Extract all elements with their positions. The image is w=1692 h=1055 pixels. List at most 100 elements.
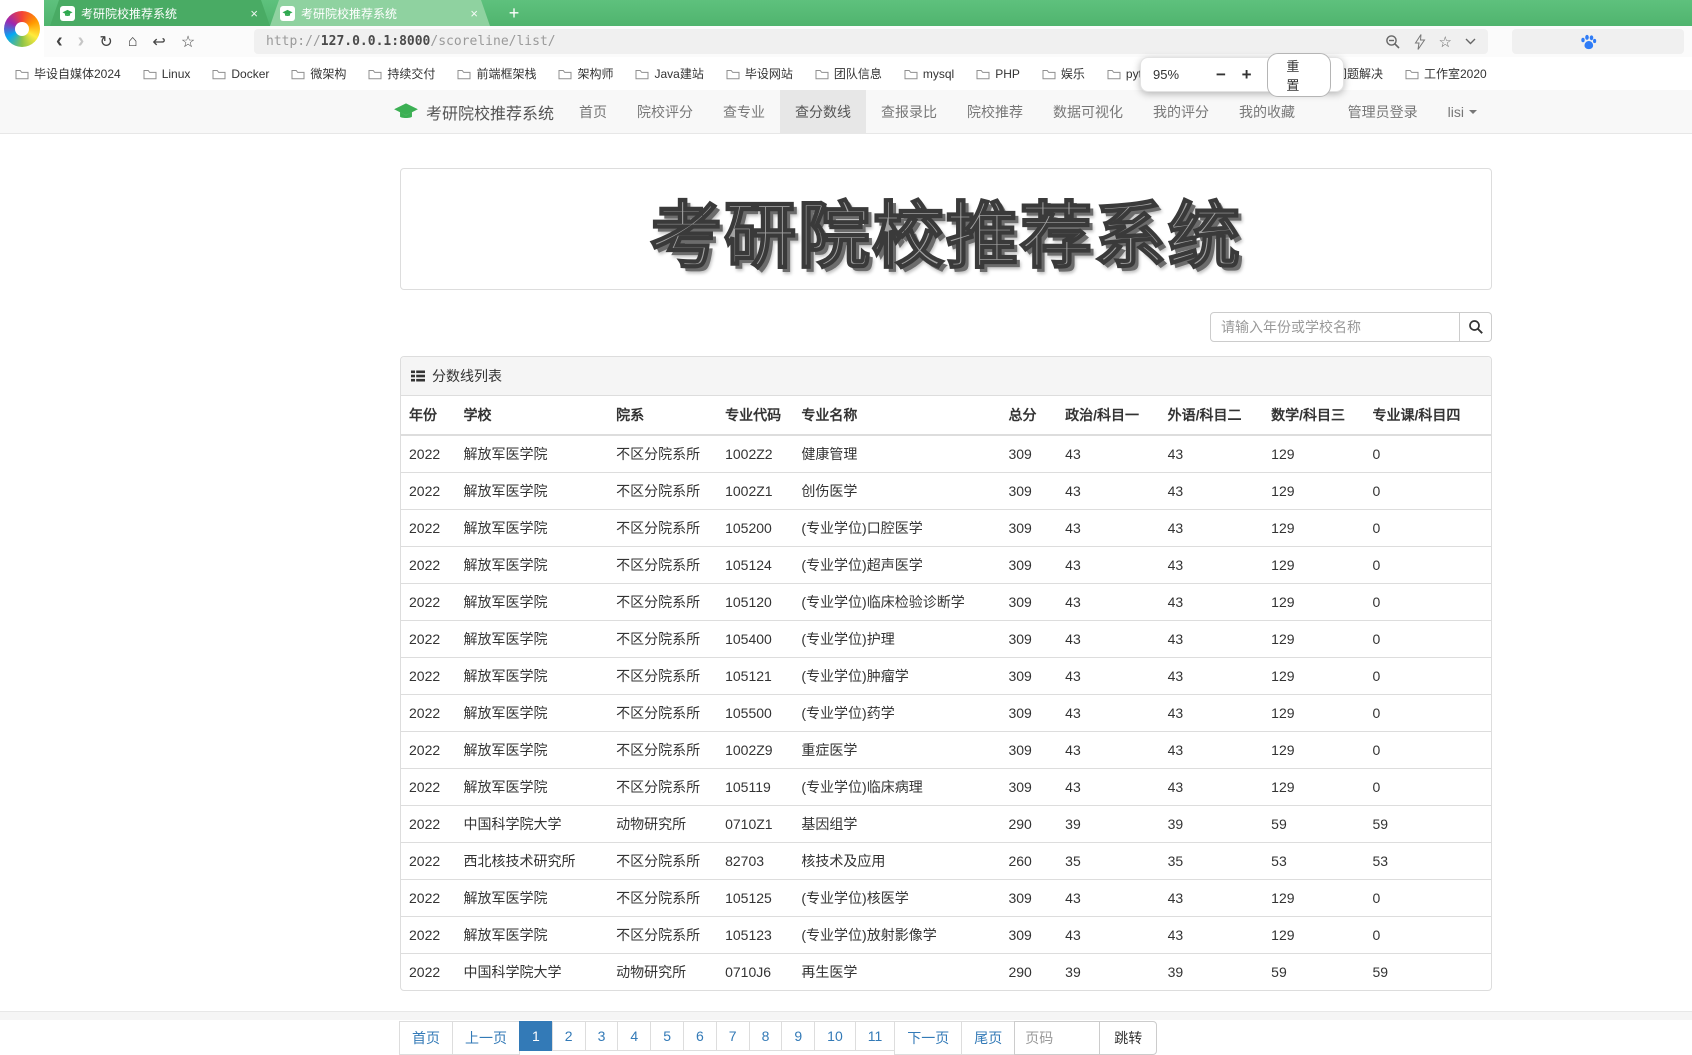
cell-dept: 不区分院系所 (608, 583, 718, 621)
bookmark-label: 工作室2020 (1423, 67, 1487, 81)
page-link[interactable]: 10 (814, 1021, 856, 1051)
page-link[interactable]: 上一页 (452, 1021, 520, 1055)
page-link[interactable]: 11 (854, 1021, 896, 1051)
address-bar[interactable]: http://127.0.0.1:8000/scoreline/list/ ☆ (254, 29, 1488, 54)
bookmark-item[interactable]: 毕设网站 (715, 65, 804, 82)
cell-subject2: 43 (1159, 768, 1264, 806)
panel-header: 分数线列表 (401, 357, 1491, 396)
bookmark-item[interactable]: 架构师 (547, 65, 624, 82)
bookmark-item[interactable]: PHP (965, 67, 1031, 81)
chevron-down-icon[interactable] (1465, 38, 1476, 45)
browser-tab[interactable]: 考研院校推荐系统 × (270, 0, 490, 26)
cell-dept: 不区分院系所 (608, 768, 718, 806)
page-link[interactable]: 4 (617, 1021, 652, 1051)
cell-year: 2022 (401, 916, 456, 954)
bookmark-item[interactable]: mysql (893, 67, 965, 81)
page-link[interactable]: 1 (519, 1021, 553, 1051)
cell-subject3: 59 (1263, 953, 1365, 990)
bookmark-star-icon[interactable]: ☆ (181, 32, 195, 52)
page-link[interactable]: 尾页 (961, 1021, 1016, 1055)
bookmark-item[interactable]: 前端框架栈 (446, 65, 547, 82)
footer-strip (0, 1011, 1692, 1020)
pagination-item: 尾页 (961, 1021, 1016, 1055)
page-link[interactable]: 下一页 (894, 1021, 963, 1055)
bookmark-item[interactable]: 毕设自媒体2024 (4, 65, 132, 82)
reload-icon[interactable]: ↻ (99, 32, 112, 52)
folder-icon (726, 68, 740, 80)
cell-subject1: 43 (1057, 879, 1160, 917)
cell-subject4: 0 (1364, 879, 1491, 917)
nav-menu-item[interactable]: 查报录比 (866, 90, 952, 134)
favorite-star-icon[interactable]: ☆ (1439, 33, 1452, 51)
zoom-out-icon[interactable] (1385, 34, 1401, 50)
nav-menu-item[interactable]: 数据可视化 (1038, 90, 1138, 134)
url-scheme: http:// (266, 34, 321, 49)
cell-subject3: 129 (1263, 472, 1365, 510)
new-tab-button[interactable]: + (498, 0, 530, 26)
forward-icon[interactable]: › (78, 30, 85, 53)
bookmark-item[interactable]: Java建站 (624, 65, 714, 82)
page-link[interactable]: 3 (584, 1021, 619, 1051)
browser-tab[interactable]: 考研院校推荐系统 × (50, 0, 270, 26)
cell-subject2: 43 (1159, 657, 1264, 695)
tab-close-icon[interactable]: × (248, 6, 260, 21)
bookmark-label: Java建站 (654, 67, 704, 81)
lightning-icon[interactable] (1414, 33, 1426, 50)
nav-menu-item[interactable]: 首页 (564, 90, 622, 134)
page-link[interactable]: 5 (650, 1021, 684, 1051)
tab-close-icon[interactable]: × (468, 6, 480, 21)
cell-year: 2022 (401, 546, 456, 584)
page-link[interactable]: 首页 (399, 1021, 453, 1055)
scoreline-table: 年份 学校 院系 专业代码 专业名称 总分 政治/科目一 外语/科目二 数学/科目三 专业课/科目… (401, 396, 1491, 990)
zoom-out-button[interactable]: − (1208, 65, 1234, 85)
back-icon[interactable]: ‹ (56, 30, 63, 53)
nav-menu-item[interactable]: 院校评分 (622, 90, 708, 134)
cell-year: 2022 (401, 731, 456, 769)
page-number-input[interactable] (1014, 1021, 1101, 1055)
cell-code: 105125 (717, 879, 794, 917)
cell-total: 309 (1000, 657, 1058, 695)
page-link[interactable]: 7 (715, 1021, 750, 1051)
undo-icon[interactable]: ↩ (152, 32, 165, 52)
cell-code: 1002Z2 (717, 434, 794, 473)
bookmark-item[interactable]: 微架构 (280, 65, 357, 82)
site-brand[interactable]: 考研院校推荐系统 (393, 90, 554, 134)
cell-subject3: 53 (1263, 842, 1365, 880)
zoom-level-label: 95% (1153, 67, 1180, 82)
jump-button[interactable]: 跳转 (1099, 1021, 1158, 1055)
search-input[interactable] (1210, 312, 1460, 342)
cell-subject1: 39 (1057, 805, 1160, 843)
bookmark-item[interactable]: 团队信息 (804, 65, 893, 82)
bookmark-item[interactable]: Docker (201, 67, 280, 81)
search-button[interactable] (1460, 312, 1492, 342)
bookmark-item[interactable]: 娱乐 (1031, 65, 1096, 82)
bookmark-item[interactable]: 持续交付 (357, 65, 446, 82)
page-link[interactable]: 8 (748, 1021, 783, 1051)
home-icon[interactable]: ⌂ (128, 33, 138, 51)
admin-login-link[interactable]: 管理员登录 (1333, 90, 1433, 134)
page-link[interactable]: 9 (781, 1021, 816, 1051)
nav-menu-item[interactable]: 我的评分 (1138, 90, 1224, 134)
bookmark-item[interactable]: Linux (132, 67, 202, 81)
browser-toolbar: ‹ › ↻ ⌂ ↩ ☆ http://127.0.0.1:8000/scorel… (0, 26, 1692, 57)
cell-major: (专业学位)药学 (793, 694, 1001, 732)
page-link[interactable]: 6 (682, 1021, 717, 1051)
cell-school: 解放军医学院 (455, 879, 609, 917)
site-brand-label: 考研院校推荐系统 (426, 106, 555, 123)
cell-school: 解放军医学院 (455, 546, 609, 584)
bookmark-item[interactable]: 工作室2020 (1394, 65, 1498, 82)
nav-menu-item[interactable]: 查专业 (708, 90, 780, 134)
baidu-paw-icon[interactable] (1580, 34, 1597, 50)
nav-menu-item[interactable]: 查分数线 (780, 90, 867, 134)
zoom-reset-button[interactable]: 重置 (1267, 52, 1331, 97)
page-link[interactable]: 2 (551, 1021, 586, 1051)
bookmark-label: 微架构 (310, 67, 347, 81)
nav-menu-item[interactable]: 我的收藏 (1224, 90, 1310, 134)
nav-menu-item[interactable]: 院校推荐 (952, 90, 1038, 134)
table-row: 2022 解放军医学院 不区分院系所 1002Z9 重症医学 309 43 43… (401, 731, 1491, 769)
user-dropdown[interactable]: lisi (1433, 90, 1492, 134)
grad-cap-icon (393, 102, 419, 122)
zoom-in-button[interactable]: + (1234, 65, 1260, 85)
bookmark-label: 团队信息 (833, 67, 882, 81)
cell-school: 西北核技术研究所 (455, 842, 609, 880)
